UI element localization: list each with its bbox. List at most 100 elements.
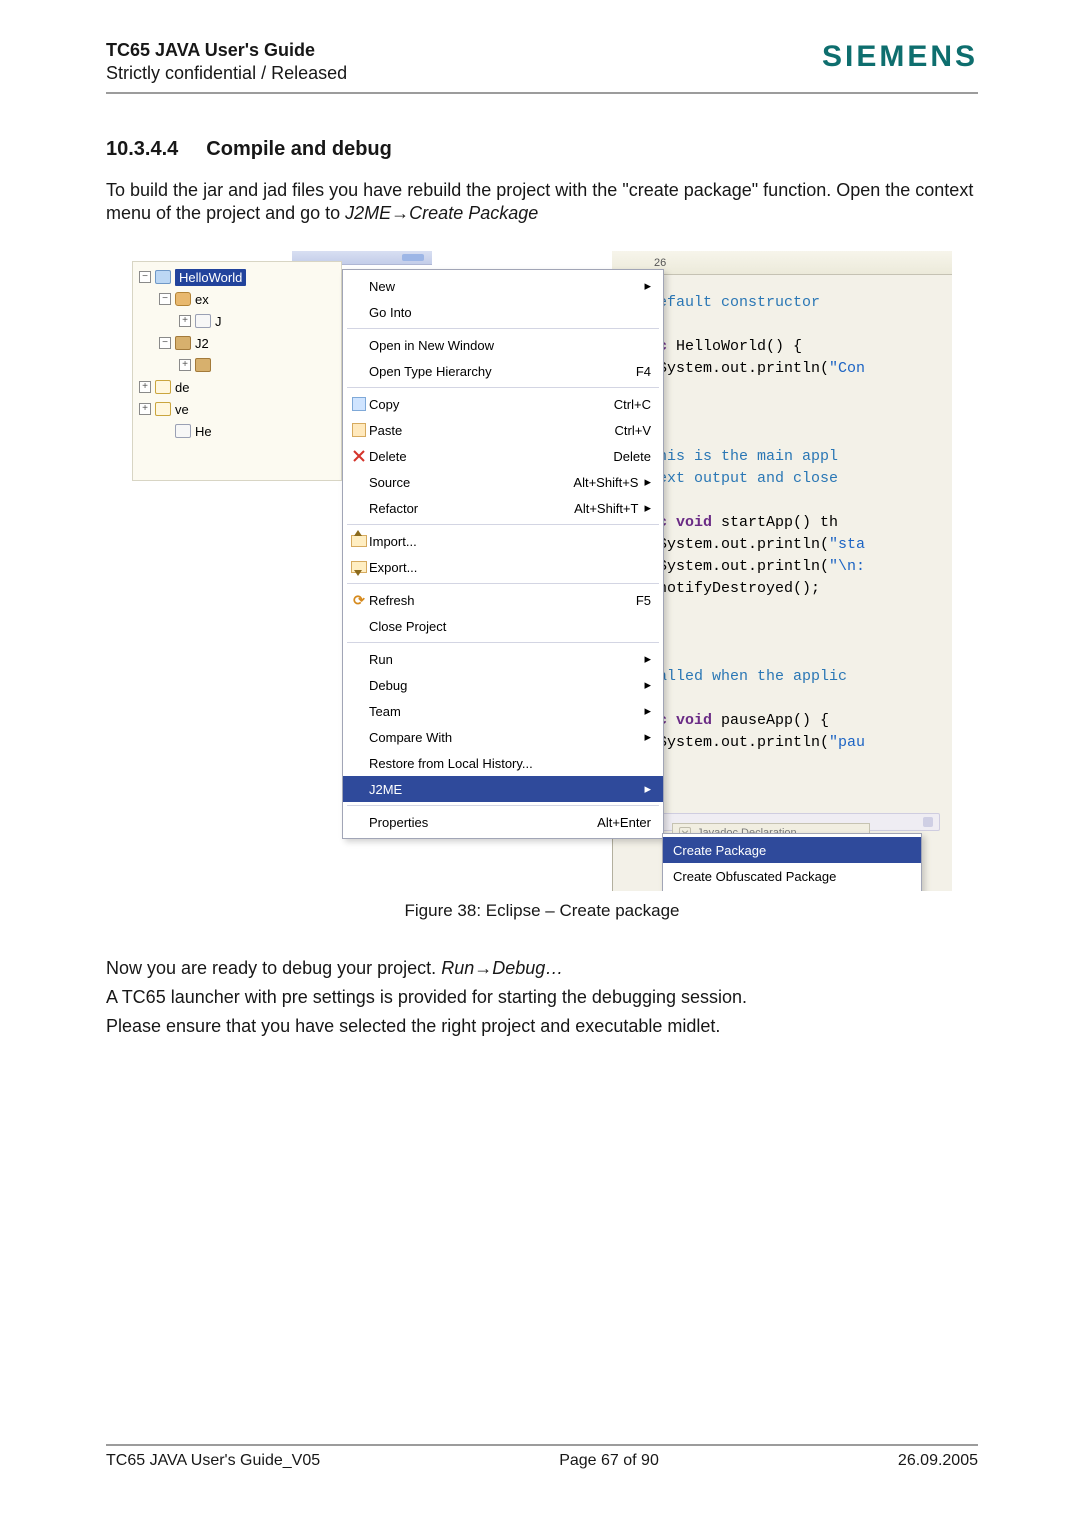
tree-row-hello[interactable]: − HelloWorld (135, 266, 341, 288)
menu-item-open-type-hierarchy[interactable]: Open Type HierarchyF4 (343, 358, 663, 384)
expand-icon[interactable]: + (179, 359, 191, 371)
tree-row[interactable]: + (135, 354, 341, 376)
collapse-icon[interactable]: − (139, 271, 151, 283)
menu-item-label: Refactor (369, 501, 574, 516)
collapse-icon[interactable]: − (159, 337, 171, 349)
menu-item-accelerator: Alt+Shift+T (574, 501, 638, 516)
submenu-arrow-icon: ▸ (644, 651, 651, 667)
menu-item-properties[interactable]: PropertiesAlt+Enter (343, 809, 663, 835)
run-debug-path: Run→Debug… (441, 958, 563, 978)
menu-item-refresh[interactable]: ⟳RefreshF5 (343, 587, 663, 613)
expand-icon[interactable]: + (139, 381, 151, 393)
header-rule (106, 92, 978, 94)
menu-item-label: Restore from Local History... (369, 756, 651, 771)
menu-item-restore-from-local-history[interactable]: Restore from Local History... (343, 750, 663, 776)
menu-item-import[interactable]: Import... (343, 528, 663, 554)
section-heading: 10.3.4.4 Compile and debug (106, 138, 978, 161)
section-title: Compile and debug (206, 138, 392, 161)
menu-item-j2me[interactable]: J2ME▸ (343, 776, 663, 802)
tree-row[interactable]: He (135, 420, 341, 442)
menu-item-label: Debug (369, 678, 638, 693)
submenu-arrow-icon: ▸ (644, 278, 651, 294)
menu-item-accelerator: Ctrl+V (615, 423, 651, 438)
menu-item-open-in-new-window[interactable]: Open in New Window (343, 332, 663, 358)
tree-row[interactable]: + de (135, 376, 341, 398)
menu-separator (347, 583, 659, 584)
menu-item-label: Import... (369, 534, 651, 549)
expand-icon[interactable]: + (139, 403, 151, 415)
menu-item-label: Create Obfuscated Package (673, 869, 909, 884)
menu-item-accelerator: Alt+Enter (597, 815, 651, 830)
tree-label: He (195, 424, 212, 439)
menu-item-label: J2ME (369, 782, 638, 797)
delete-icon (353, 450, 365, 462)
intro-path: J2ME→Create Package (345, 203, 538, 223)
menu-item-refactor[interactable]: RefactorAlt+Shift+T ▸ (343, 495, 663, 521)
package-icon (175, 292, 191, 306)
tree-label: ve (175, 402, 189, 417)
menu-item-paste[interactable]: PasteCtrl+V (343, 417, 663, 443)
menu-item-copy[interactable]: CopyCtrl+C (343, 391, 663, 417)
tree-row[interactable]: + J (135, 310, 341, 332)
menu-item-team[interactable]: Team▸ (343, 698, 663, 724)
menu-separator (347, 328, 659, 329)
menu-item-go-into[interactable]: Go Into (343, 299, 663, 325)
menu-item-label: Run (369, 652, 638, 667)
menu-item-run[interactable]: Run ▸ (343, 646, 663, 672)
tree-label: de (175, 380, 189, 395)
submenu-arrow-icon: ▸ (644, 474, 651, 490)
menu-item-label: Go Into (369, 305, 651, 320)
menu-item-label: Create Package (673, 843, 909, 858)
figure-caption: Figure 38: Eclipse – Create package (106, 901, 978, 921)
copy-icon (352, 397, 366, 411)
refresh-icon: ⟳ (353, 592, 365, 609)
menu-item-label: Open in New Window (369, 338, 651, 353)
tree-row[interactable]: − J2 (135, 332, 341, 354)
menu-item-source[interactable]: SourceAlt+Shift+S ▸ (343, 469, 663, 495)
menu-item-compare-with[interactable]: Compare With ▸ (343, 724, 663, 750)
menu-item-new[interactable]: New▸ (343, 273, 663, 299)
context-menu[interactable]: New▸ Go Into Open in New Window Open Type H… (342, 269, 664, 839)
menu-item-delete[interactable]: DeleteDelete (343, 443, 663, 469)
menu-item-debug[interactable]: Debug ▸ (343, 672, 663, 698)
brand-logo: SIEMENS (822, 40, 978, 74)
folder-open-icon (155, 402, 171, 416)
project-icon (155, 270, 171, 284)
tree-label-hello: HelloWorld (175, 269, 246, 286)
tree-label: ex (195, 292, 209, 307)
tree-row[interactable]: − ex (135, 288, 341, 310)
menu-item-close-project[interactable]: Close Project (343, 613, 663, 639)
menu-separator (347, 642, 659, 643)
submenu-arrow-icon: ▸ (644, 677, 651, 693)
ruler-mark: 26 (654, 257, 666, 269)
menu-item-label: Copy (369, 397, 614, 412)
submenu-item-create-obfuscated-package[interactable]: Create Obfuscated Package (663, 863, 921, 889)
figure-eclipse-screenshot: 26 * Default constructor */ ublic HelloW… (132, 251, 952, 891)
package-explorer[interactable]: − HelloWorld − ex + J − J2 (132, 261, 342, 481)
j2me-submenu[interactable]: Create PackageCreate Obfuscated PackageE… (662, 833, 922, 891)
doc-subtitle: Strictly confidential / Released (106, 63, 347, 84)
section-number: 10.3.4.4 (106, 138, 178, 161)
para-text: Now you are ready to debug your project. (106, 958, 441, 978)
intro-paragraph: To build the jar and jad files you have … (106, 179, 978, 225)
expand-icon[interactable]: + (179, 315, 191, 327)
footer-left: TC65 JAVA User's Guide_V05 (106, 1452, 320, 1470)
menu-item-accelerator: Alt+Shift+S (573, 475, 638, 490)
menu-item-label: Export... (369, 560, 651, 575)
menu-item-accelerator: Delete (613, 449, 651, 464)
menu-separator (347, 387, 659, 388)
menu-item-label: Open Type Hierarchy (369, 364, 636, 379)
menu-item-label: Compare With (369, 730, 638, 745)
tree-label: J (215, 314, 222, 329)
tree-row[interactable]: + ve (135, 398, 341, 420)
export-icon (351, 561, 367, 573)
para-debug-3: Please ensure that you have selected the… (106, 1015, 978, 1038)
doc-title: TC65 JAVA User's Guide (106, 40, 347, 61)
submenu-arrow-icon: ▸ (644, 729, 651, 745)
submenu-item-create-package[interactable]: Create Package (663, 837, 921, 863)
collapse-icon[interactable]: − (159, 293, 171, 305)
menu-item-export[interactable]: Export... (343, 554, 663, 580)
menu-item-label: Source (369, 475, 573, 490)
submenu-arrow-icon: ▸ (644, 500, 651, 516)
menu-item-accelerator: F4 (636, 364, 651, 379)
